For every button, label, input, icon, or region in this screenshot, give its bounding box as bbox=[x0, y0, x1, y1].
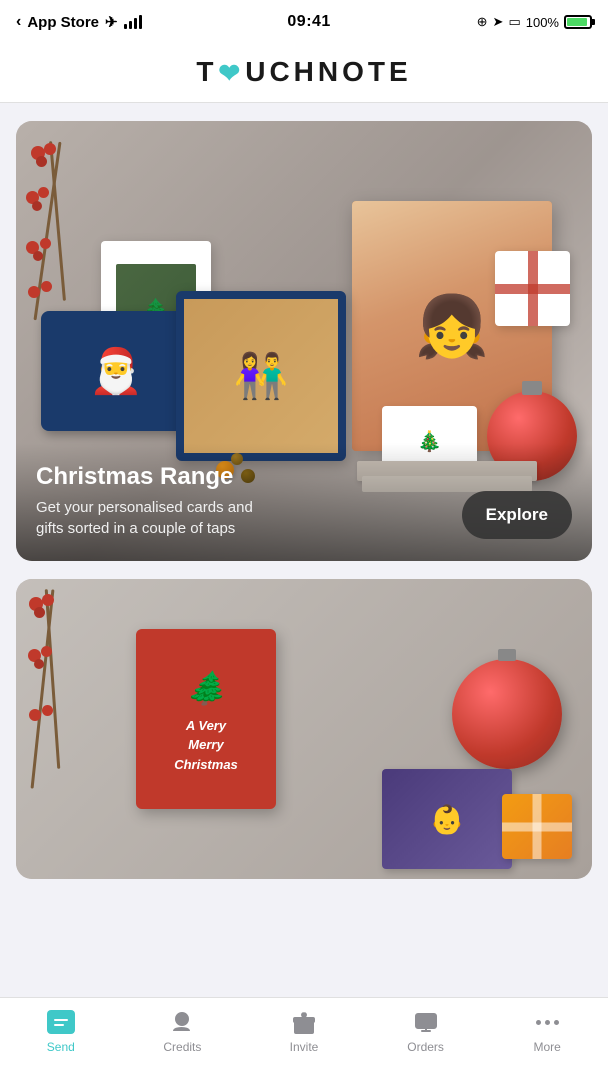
nav-item-more[interactable]: More bbox=[486, 1008, 608, 1054]
app-header: T❤UCHNOTE bbox=[0, 44, 608, 103]
battery-indicator bbox=[564, 15, 592, 29]
logo-heart-icon: ❤ bbox=[218, 58, 244, 89]
credits-icon-wrap bbox=[166, 1008, 198, 1036]
send-icon-wrap bbox=[45, 1008, 77, 1036]
second-card[interactable]: 🌲 A VeryMerryChristmas 👶 bbox=[16, 579, 592, 879]
invite-icon bbox=[291, 1009, 317, 1035]
status-left: ‹ App Store ✈ bbox=[16, 13, 142, 31]
nav-item-credits[interactable]: Credits bbox=[122, 1008, 244, 1054]
second-bauble-top bbox=[498, 649, 516, 661]
nav-label-more: More bbox=[534, 1040, 561, 1054]
invite-icon-wrap bbox=[288, 1008, 320, 1036]
send-line-1 bbox=[54, 1019, 68, 1021]
second-card-scene: 🌲 A VeryMerryChristmas 👶 bbox=[16, 579, 592, 879]
screen-icon: ▭ bbox=[508, 14, 520, 30]
signal-bars bbox=[124, 15, 142, 29]
nav-label-send: Send bbox=[47, 1040, 75, 1054]
hero-overlay: Christmas Range Get your personalised ca… bbox=[16, 443, 592, 561]
dot-3 bbox=[554, 1020, 559, 1025]
nav-item-send[interactable]: Send bbox=[0, 1008, 122, 1054]
send-lines bbox=[54, 1019, 68, 1026]
back-arrow-icon: ‹ bbox=[16, 13, 21, 31]
nav-item-invite[interactable]: Invite bbox=[243, 1008, 365, 1054]
more-icon-wrap bbox=[531, 1008, 563, 1036]
hero-text-block: Christmas Range Get your personalised ca… bbox=[36, 463, 450, 539]
bottom-nav: Send Credits Invite bbox=[0, 997, 608, 1080]
airplane-icon: ✈ bbox=[105, 13, 118, 31]
status-time: 09:41 bbox=[287, 13, 330, 31]
dot-1 bbox=[536, 1020, 541, 1025]
christmas-card: 🎅 bbox=[41, 311, 191, 431]
main-content: 🌲 👧 🎅 👫 bbox=[0, 103, 608, 979]
explore-button[interactable]: Explore bbox=[462, 491, 572, 539]
status-right: ⊕ ➤ ▭ 100% bbox=[477, 14, 592, 30]
battery-percent: 100% bbox=[526, 15, 559, 30]
carrier-label: App Store bbox=[27, 14, 99, 31]
portrait-icon: 👧 bbox=[415, 291, 490, 362]
second-red-christmas-card: 🌲 A VeryMerryChristmas bbox=[136, 629, 276, 809]
gps-icon: ➤ bbox=[493, 14, 504, 30]
hero-title: Christmas Range bbox=[36, 463, 450, 491]
more-dots-icon bbox=[536, 1020, 559, 1025]
orders-icon bbox=[413, 1009, 439, 1035]
logo: T❤UCHNOTE bbox=[196, 56, 411, 87]
santa-icon: 🎅 bbox=[89, 345, 144, 397]
orders-icon-wrap bbox=[410, 1008, 442, 1036]
couple-icon: 👫 bbox=[234, 350, 289, 402]
send-line-2 bbox=[54, 1024, 64, 1026]
hero-subtitle: Get your personalised cards and gifts so… bbox=[36, 497, 276, 539]
location-icon: ⊕ bbox=[477, 14, 488, 30]
nav-label-credits: Credits bbox=[163, 1040, 201, 1054]
second-red-bauble bbox=[452, 659, 562, 769]
send-icon bbox=[47, 1010, 75, 1034]
second-photo-card: 👶 bbox=[382, 769, 512, 869]
nav-label-orders: Orders bbox=[407, 1040, 444, 1054]
nav-label-invite: Invite bbox=[290, 1040, 319, 1054]
dot-2 bbox=[545, 1020, 550, 1025]
second-gift-box bbox=[502, 794, 572, 859]
nav-item-orders[interactable]: Orders bbox=[365, 1008, 487, 1054]
hero-image: 🌲 👧 🎅 👫 bbox=[16, 121, 592, 561]
credits-icon bbox=[169, 1009, 195, 1035]
hero-card[interactable]: 🌲 👧 🎅 👫 bbox=[16, 121, 592, 561]
square-photo-card: 👫 bbox=[176, 291, 346, 461]
bauble-top bbox=[522, 381, 542, 395]
status-bar: ‹ App Store ✈ 09:41 ⊕ ➤ ▭ 100% bbox=[0, 0, 608, 44]
gift-box bbox=[495, 251, 570, 326]
second-card-message: 🌲 A VeryMerryChristmas bbox=[164, 654, 248, 785]
